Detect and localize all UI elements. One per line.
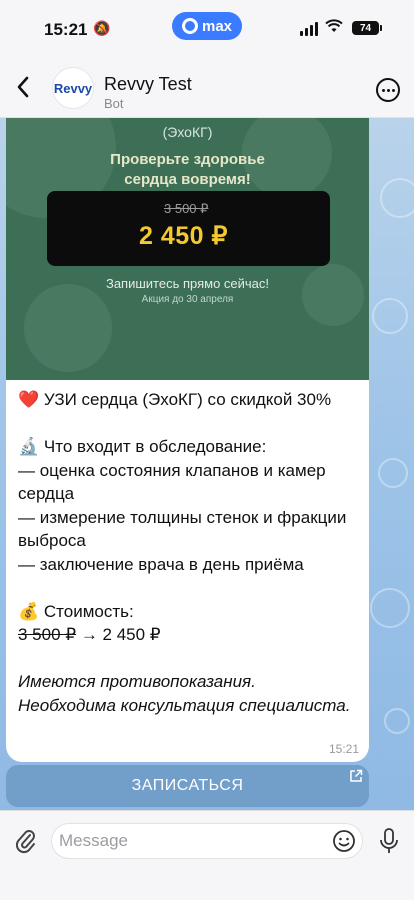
chevron-left-icon: [17, 76, 29, 98]
wifi-icon: [325, 19, 343, 38]
back-button[interactable]: [10, 72, 36, 102]
chat-subtitle: Bot: [104, 96, 124, 111]
promo-new-price: 2 450 ₽: [139, 222, 228, 250]
promo-cta: Запишитесь прямо сейчас!: [105, 276, 270, 291]
promo-image[interactable]: (ЭхоКГ) Проверьте здоровье сердца воврем…: [6, 118, 369, 380]
bell-off-icon: 🔕: [93, 20, 111, 36]
microphone-icon[interactable]: [378, 827, 400, 855]
promo-headline: Проверьте здоровье сердца вовремя!: [6, 150, 369, 190]
message-input-bar: [0, 810, 414, 900]
chat-title[interactable]: Revvy Test: [104, 74, 192, 95]
cost-section: 💰 Стоимость: 3 500 ₽ → 2 450 ₽: [18, 600, 357, 647]
disclaimer-line2: Необходима консультация специалиста.: [18, 695, 351, 715]
cost-arrow: →: [76, 625, 103, 644]
includes-section: 🔬 Что входит в обследование: — оценка со…: [18, 435, 357, 576]
status-time: 15:21: [44, 20, 88, 39]
more-options-button[interactable]: [376, 78, 400, 102]
disclaimer-line1: Имеются противопоказания.: [18, 672, 256, 691]
max-app-pill[interactable]: max: [172, 12, 242, 40]
bot-avatar[interactable]: Revvy: [52, 67, 94, 109]
signup-button[interactable]: ЗАПИСАТЬСЯ: [6, 765, 369, 807]
cost-heading: 💰 Стоимость:: [18, 601, 134, 621]
avatar-text: Revvy: [53, 80, 93, 96]
cost-old: 3 500 ₽: [18, 625, 77, 644]
promo-headline-line1: Проверьте здоровье: [110, 151, 265, 168]
promo-deadline: Акция до 30 апреля: [141, 294, 234, 305]
battery-icon: 74: [352, 21, 382, 35]
message-title: ❤️ УЗИ сердца (ЭхоКГ) со скидкой 30%: [18, 390, 332, 409]
promo-subtitle: (ЭхоКГ): [162, 124, 213, 140]
cost-new: 2 450 ₽: [102, 625, 161, 644]
max-pill-label: max: [201, 17, 233, 35]
includes-item: — измерение толщины стенок и фракции выб…: [18, 507, 347, 551]
signal-icon: [300, 22, 318, 36]
external-link-icon: [350, 769, 363, 782]
bot-message: (ЭхоКГ) Проверьте здоровье сердца воврем…: [6, 118, 369, 762]
battery-level: 74: [359, 22, 372, 34]
more-dot-icon: [381, 88, 385, 92]
message-input[interactable]: [51, 823, 363, 859]
status-bar: 15:21 🔕 max 74: [0, 0, 414, 56]
includes-item: — заключение врача в день приёма: [18, 554, 304, 574]
paperclip-icon[interactable]: [14, 827, 38, 855]
signup-button-label: ЗАПИСАТЬСЯ: [131, 777, 244, 794]
message-time: 15:21: [328, 742, 359, 756]
message-text: ❤️ УЗИ сердца (ЭхоКГ) со скидкой 30% 🔬 Ч…: [6, 380, 369, 717]
sticker-icon[interactable]: [332, 829, 356, 853]
includes-item: — оценка состояния клапанов и камер серд…: [18, 460, 326, 504]
max-logo-icon: [181, 18, 198, 34]
promo-headline-line2: сердца вовремя!: [124, 171, 251, 188]
chat-header: Revvy Revvy Test Bot: [0, 56, 414, 118]
promo-price-box: 3 500 ₽ 2 450 ₽: [47, 191, 330, 266]
disclaimer: Имеются противопоказания. Необходима кон…: [18, 670, 357, 717]
promo-old-price: 3 500 ₽: [164, 201, 209, 216]
includes-heading: 🔬 Что входит в обследование:: [18, 437, 267, 456]
